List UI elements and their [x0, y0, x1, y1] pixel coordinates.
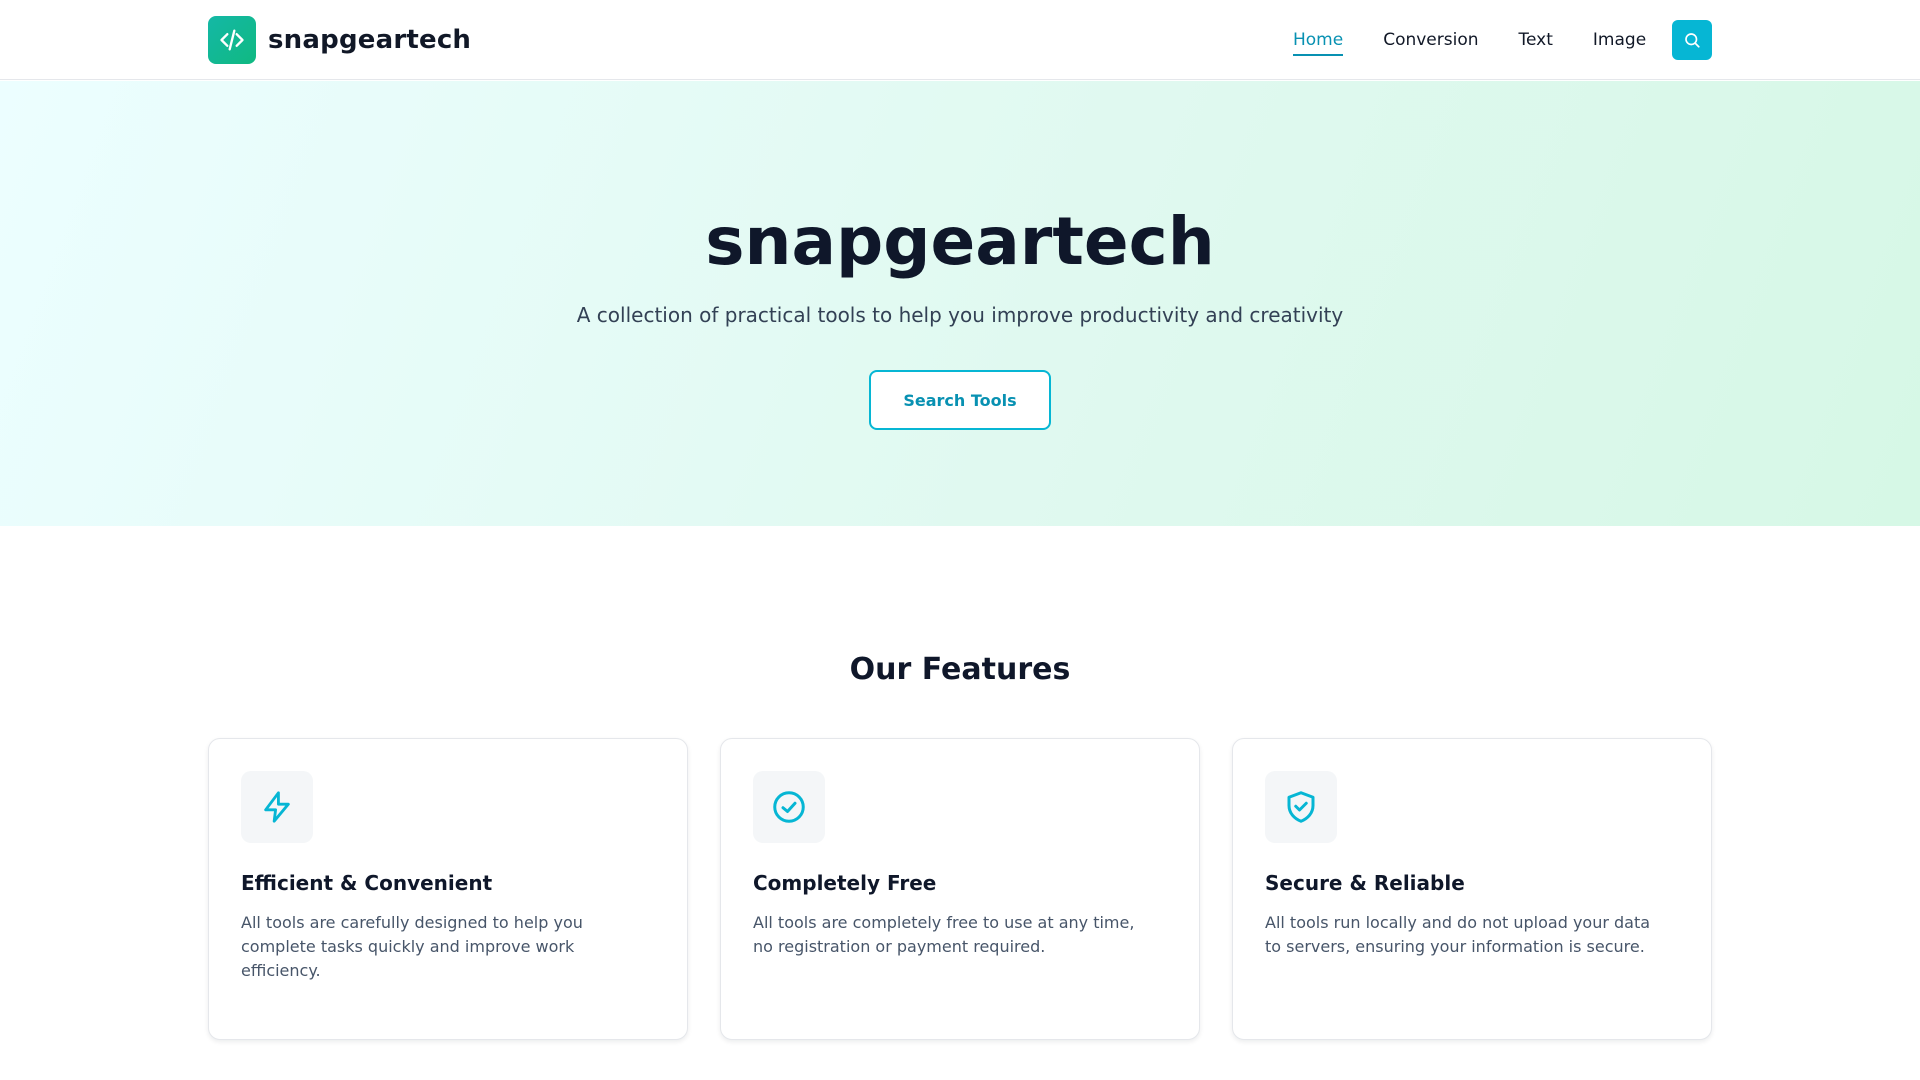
- feature-card-efficient: Efficient & Convenient All tools are car…: [208, 738, 688, 1040]
- feature-description: All tools are carefully designed to help…: [241, 913, 583, 980]
- site-header: snapgeartech Home Conversion Text Image: [0, 0, 1920, 80]
- check-circle-icon: [753, 771, 825, 843]
- features-heading: Our Features: [849, 652, 1071, 687]
- nav-item-image[interactable]: Image: [1593, 24, 1646, 56]
- feature-title: Efficient & Convenient: [241, 871, 493, 895]
- brand-name: snapgeartech: [268, 25, 472, 55]
- feature-card-secure: Secure & Reliable All tools run locally …: [1232, 738, 1712, 1040]
- feature-description: All tools run locally and do not upload …: [1265, 913, 1651, 956]
- shield-check-icon: [1265, 771, 1337, 843]
- search-tools-button[interactable]: Search Tools: [869, 370, 1051, 430]
- code-icon: [208, 16, 256, 64]
- main-nav: Home Conversion Text Image: [1293, 0, 1686, 80]
- search-icon: [1683, 31, 1701, 49]
- hero-subtitle: A collection of practical tools to help …: [576, 303, 1344, 327]
- feature-title: Completely Free: [753, 871, 937, 895]
- header-search-button[interactable]: [1672, 20, 1712, 60]
- logo-link[interactable]: snapgeartech: [208, 16, 471, 64]
- feature-card-free: Completely Free All tools are completely…: [720, 738, 1200, 1040]
- nav-item-home[interactable]: Home: [1293, 24, 1344, 56]
- lightning-icon: [241, 771, 313, 843]
- hero-section: snapgeartech A collection of practical t…: [0, 81, 1920, 526]
- feature-description: All tools are completely free to use at …: [753, 913, 1135, 956]
- feature-title: Secure & Reliable: [1265, 871, 1465, 895]
- nav-item-text[interactable]: Text: [1519, 24, 1553, 56]
- nav-item-conversion[interactable]: Conversion: [1383, 24, 1478, 56]
- features-grid: Efficient & Convenient All tools are car…: [208, 738, 1712, 1040]
- hero-title: snapgeartech: [705, 203, 1215, 280]
